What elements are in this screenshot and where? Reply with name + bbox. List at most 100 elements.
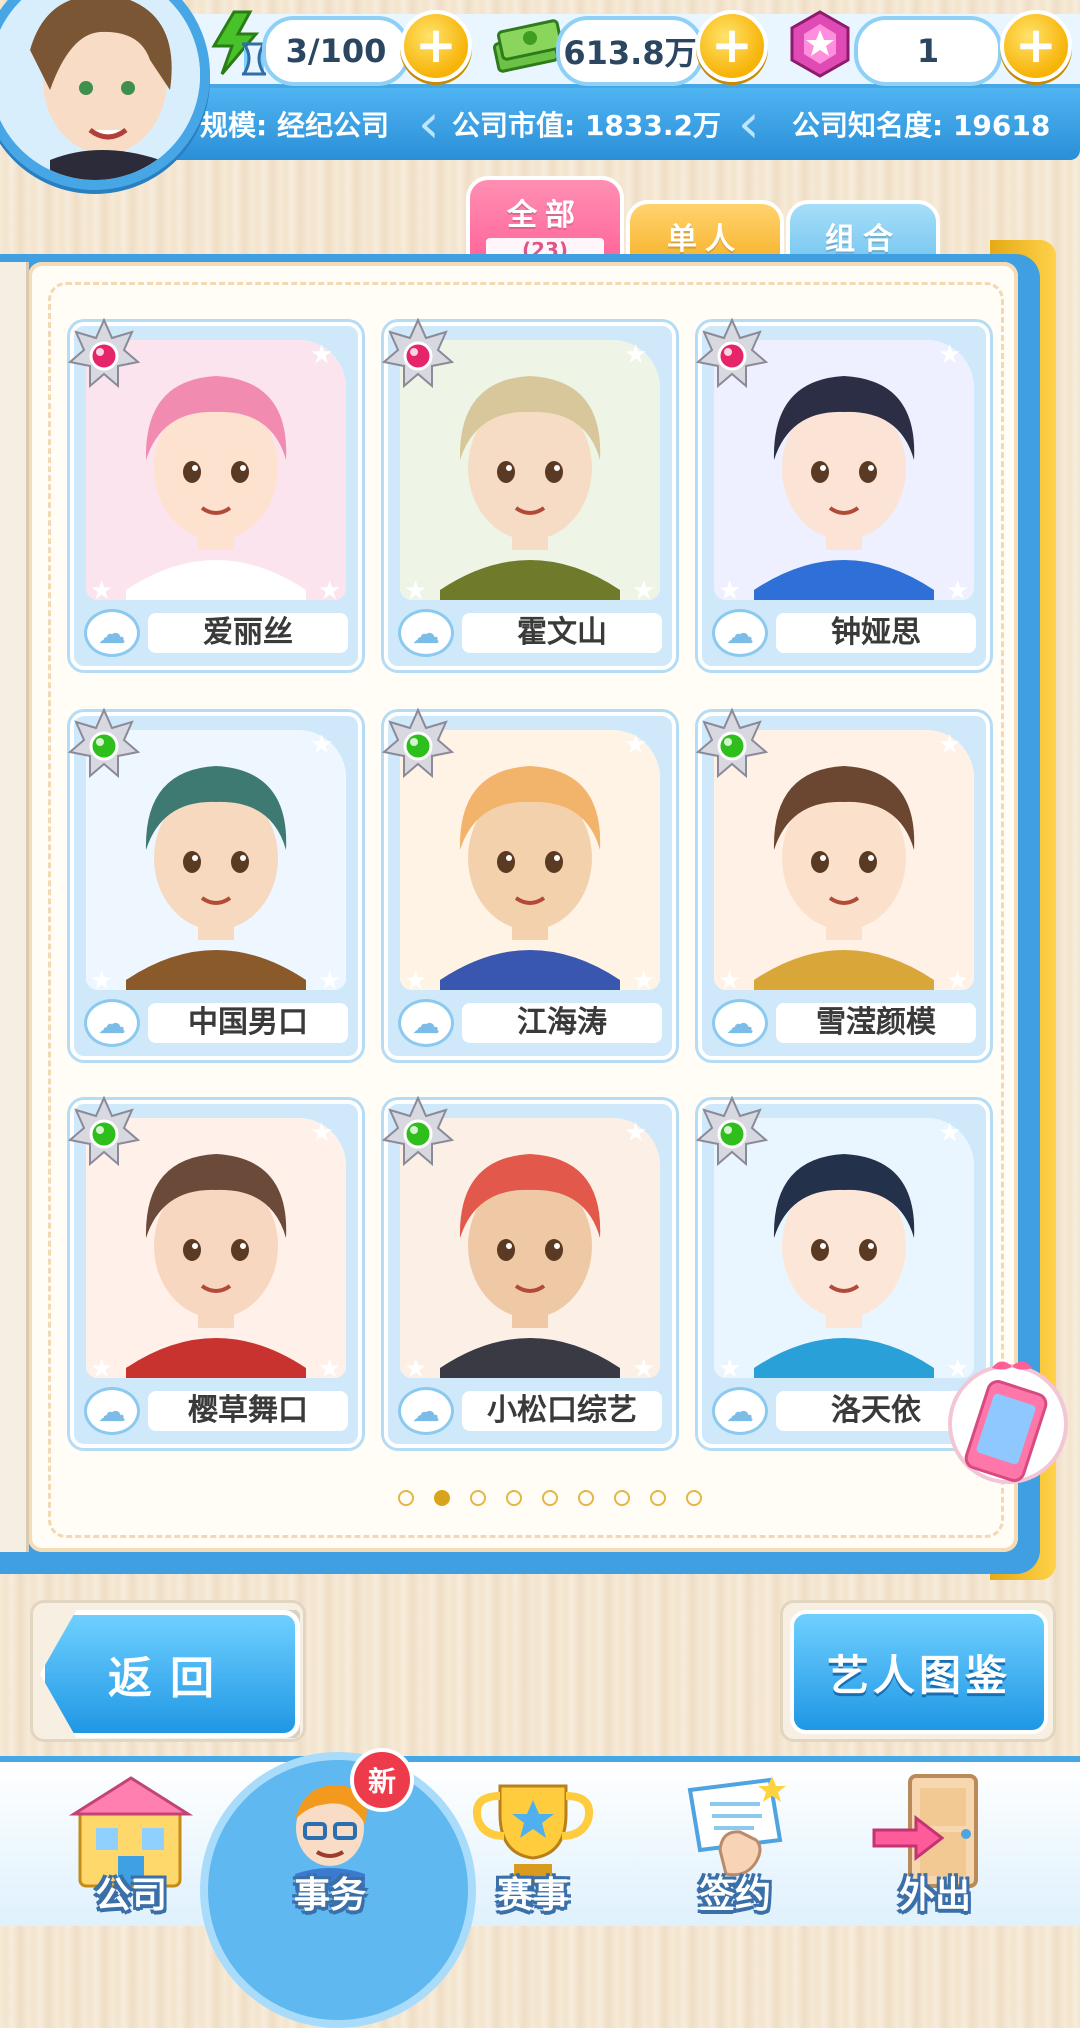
player-avatar[interactable] [0, 0, 210, 190]
money-value: 613.8万 [556, 16, 704, 86]
decor-star-icon: ★ [318, 1354, 342, 1384]
tab-all-label: 全部 [507, 198, 583, 233]
artist-name: 雪滢颜模 [776, 1003, 976, 1043]
nav-company-label: 公司 [94, 1875, 167, 1916]
decor-star-icon: ★ [310, 1118, 334, 1148]
artist-card[interactable]: ★ ★ ★ ☁ 爱丽丝 [68, 318, 362, 670]
decor-star-icon: ★ [404, 576, 428, 606]
page-dot[interactable] [578, 1490, 594, 1506]
artist-name: 小松口综艺 [462, 1391, 662, 1431]
nav-events[interactable]: 赛事 [458, 1770, 608, 1920]
gem-value: 1 [854, 16, 1002, 86]
artist-card[interactable]: ★ ★ ★ ☁ 霍文山 [382, 318, 676, 670]
page-dot[interactable] [686, 1490, 702, 1506]
artist-card[interactable]: ★ ★ ★ ☁ 雪滢颜模 [696, 708, 990, 1060]
decor-star-icon: ★ [318, 576, 342, 606]
add-gem-button[interactable]: + [1000, 10, 1072, 82]
decor-star-icon: ★ [938, 340, 962, 370]
decor-star-icon: ★ [318, 966, 342, 996]
company-market-value: 公司市值: 1833.2万 [452, 109, 721, 142]
decor-star-icon: ★ [718, 576, 742, 606]
decor-star-icon: ★ [624, 1118, 648, 1148]
artist-name: 霍文山 [462, 613, 662, 653]
artist-name-bar: ☁ 中国男口 [84, 999, 348, 1047]
cloud-icon: ☁ [398, 609, 454, 657]
nav-go-out-label: 外出 [898, 1875, 971, 1916]
rank-star-icon [696, 1096, 768, 1167]
decor-star-icon: ★ [632, 1354, 656, 1384]
cloud-icon: ☁ [712, 999, 768, 1047]
cloud-icon: ☁ [398, 1387, 454, 1435]
energy-value: 3/100 [262, 16, 410, 86]
money-stack-icon [490, 8, 564, 80]
artist-card[interactable]: ★ ★ ★ ☁ 钟娅思 [696, 318, 990, 670]
rank-star-icon [696, 318, 768, 389]
add-energy-button[interactable]: + [400, 10, 472, 82]
nav-events-label: 赛事 [496, 1875, 569, 1916]
phone-button[interactable] [942, 1352, 1072, 1492]
artist-name-bar: ☁ 小松口综艺 [398, 1387, 662, 1435]
decor-star-icon: ★ [718, 1354, 742, 1384]
decor-star-icon: ★ [718, 966, 742, 996]
rank-star-icon [68, 318, 140, 389]
new-badge: 新 [350, 1748, 414, 1812]
nav-company[interactable]: 公司 [56, 1770, 206, 1920]
page-dot[interactable] [650, 1490, 666, 1506]
company-fame: 公司知名度: 19618 [792, 109, 1051, 142]
company-scale: 规模: 经纪公司 [200, 109, 389, 142]
decor-star-icon: ★ [624, 730, 648, 760]
page-dot[interactable] [542, 1490, 558, 1506]
artist-name-bar: ☁ 钟娅思 [712, 609, 976, 657]
artist-name-bar: ☁ 洛天依 [712, 1387, 976, 1435]
cloud-icon: ☁ [712, 1387, 768, 1435]
decor-star-icon: ★ [624, 340, 648, 370]
artist-card[interactable]: ★ ★ ★ ☁ 樱草舞口 [68, 1096, 362, 1448]
rank-star-icon [382, 708, 454, 779]
page-dot[interactable] [398, 1490, 414, 1506]
rank-star-icon [382, 1096, 454, 1167]
decor-star-icon: ★ [310, 730, 334, 760]
divider-chevron-icon: ‹ [738, 92, 760, 155]
page-indicator [398, 1490, 702, 1506]
page-dot[interactable] [434, 1490, 450, 1506]
decor-star-icon: ★ [938, 1118, 962, 1148]
nav-contract-label: 签约 [698, 1875, 771, 1916]
rank-star-icon [68, 708, 140, 779]
page-dot[interactable] [614, 1490, 630, 1506]
cloud-icon: ☁ [84, 609, 140, 657]
artist-card[interactable]: ★ ★ ★ ☁ 小松口综艺 [382, 1096, 676, 1448]
tab-single-label: 单人 [667, 222, 743, 257]
cloud-icon: ☁ [712, 609, 768, 657]
artist-name: 中国男口 [148, 1003, 348, 1043]
back-button[interactable]: 返回 [40, 1610, 300, 1738]
book-spine [0, 262, 29, 1552]
decor-star-icon: ★ [632, 576, 656, 606]
decor-star-icon: ★ [90, 966, 114, 996]
artist-name: 樱草舞口 [148, 1391, 348, 1431]
artist-name-bar: ☁ 爱丽丝 [84, 609, 348, 657]
artist-name-bar: ☁ 江海涛 [398, 999, 662, 1047]
artist-name: 爱丽丝 [148, 613, 348, 653]
artist-name-bar: ☁ 霍文山 [398, 609, 662, 657]
decor-star-icon: ★ [90, 1354, 114, 1384]
nav-go-out[interactable]: 外出 [860, 1770, 1010, 1920]
nav-affairs-label: 事务 [293, 1875, 366, 1916]
page-dot[interactable] [506, 1490, 522, 1506]
artist-card[interactable]: ★ ★ ★ ☁ 中国男口 [68, 708, 362, 1060]
tab-group-label: 组合 [825, 222, 901, 257]
decor-star-icon: ★ [938, 730, 962, 760]
artist-name: 钟娅思 [776, 613, 976, 653]
page-dot[interactable] [470, 1490, 486, 1506]
decor-star-icon: ★ [404, 1354, 428, 1384]
artist-card[interactable]: ★ ★ ★ ☁ 江海涛 [382, 708, 676, 1060]
decor-star-icon: ★ [632, 966, 656, 996]
cloud-icon: ☁ [398, 999, 454, 1047]
add-money-button[interactable]: + [696, 10, 768, 82]
nav-contract[interactable]: 签约 [660, 1770, 810, 1920]
cloud-icon: ☁ [84, 999, 140, 1047]
cloud-icon: ☁ [84, 1387, 140, 1435]
artist-gallery-button[interactable]: 艺人图鉴 [790, 1610, 1048, 1734]
decor-star-icon: ★ [946, 966, 970, 996]
decor-star-icon: ★ [946, 576, 970, 606]
artist-name-bar: ☁ 樱草舞口 [84, 1387, 348, 1435]
